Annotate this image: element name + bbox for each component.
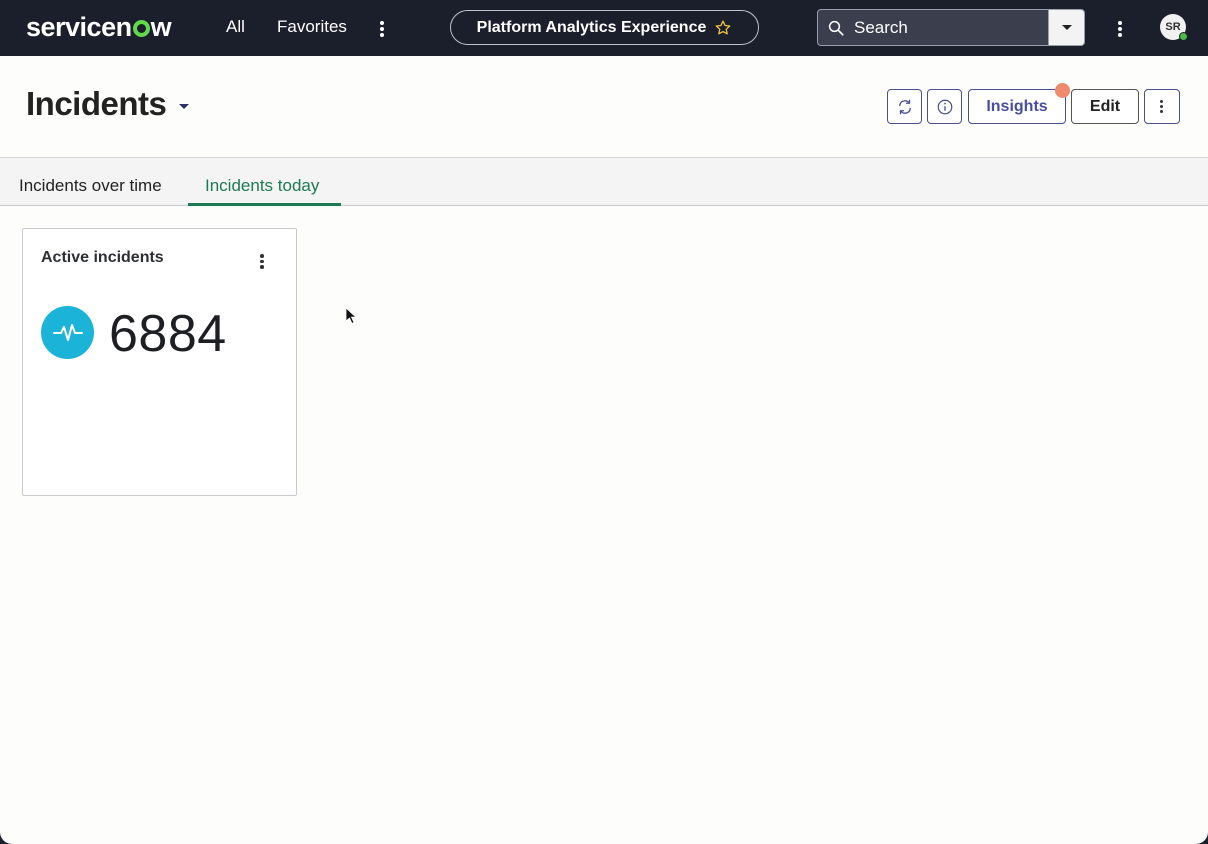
context-pill-label: Platform Analytics Experience	[476, 18, 707, 36]
search-icon	[818, 19, 854, 37]
page-title: Incidents	[26, 85, 167, 122]
logo-o-mark	[132, 20, 150, 37]
pulse-icon	[41, 306, 94, 359]
app-window: servicen w All Favorites Platform Analyti…	[0, 0, 1208, 844]
caret-down-icon	[1061, 24, 1072, 30]
card-title: Active incidents	[41, 249, 164, 266]
kpi-value: 6884	[109, 305, 227, 363]
insights-button[interactable]: Insights	[968, 83, 1070, 124]
tab-incidents-over-time[interactable]: Incidents over time	[19, 176, 162, 196]
nav-more-icon[interactable]	[380, 21, 384, 39]
dashboard-tabs: Incidents over time Incidents today	[0, 158, 1208, 206]
selected-tab-indicator	[188, 203, 341, 206]
presence-status-icon	[1179, 32, 1188, 41]
servicenow-logo[interactable]: servicen w	[26, 10, 172, 44]
active-incidents-card: Active incidents 6884	[22, 228, 297, 496]
more-options-icon[interactable]	[1118, 21, 1122, 39]
notification-badge	[1055, 83, 1070, 98]
search-input[interactable]: Search	[854, 18, 1048, 38]
edit-button[interactable]: Edit	[1071, 89, 1139, 124]
info-icon	[937, 99, 952, 114]
nav-favorites-menu[interactable]: Favorites	[277, 17, 347, 37]
logo-text-end: w	[150, 12, 172, 42]
nav-all-menu[interactable]: All	[226, 17, 245, 37]
logo-text: servicen	[26, 12, 132, 42]
mouse-cursor-icon	[345, 307, 357, 325]
page-header: Incidents Insights Edit	[0, 56, 1208, 158]
top-navigation-bar: servicen w All Favorites Platform Analyti…	[0, 0, 1208, 56]
header-more-button[interactable]	[1144, 89, 1180, 124]
card-more-icon[interactable]	[260, 254, 264, 271]
edit-label: Edit	[1089, 97, 1121, 115]
insights-label: Insights	[986, 97, 1048, 115]
more-vertical-icon	[1160, 100, 1164, 113]
user-avatar[interactable]: SR	[1160, 14, 1188, 41]
info-button[interactable]	[927, 89, 962, 124]
refresh-icon	[898, 99, 911, 114]
favorite-star-icon[interactable]	[714, 19, 732, 37]
title-dropdown-caret-icon[interactable]	[178, 103, 190, 111]
avatar-initials: SR	[1165, 21, 1181, 33]
search-scope-dropdown[interactable]	[1048, 10, 1084, 45]
refresh-button[interactable]	[887, 89, 922, 124]
tab-incidents-today[interactable]: Incidents today	[205, 176, 319, 196]
context-pill-button[interactable]: Platform Analytics Experience	[450, 10, 759, 45]
global-search[interactable]: Search	[817, 9, 1085, 46]
